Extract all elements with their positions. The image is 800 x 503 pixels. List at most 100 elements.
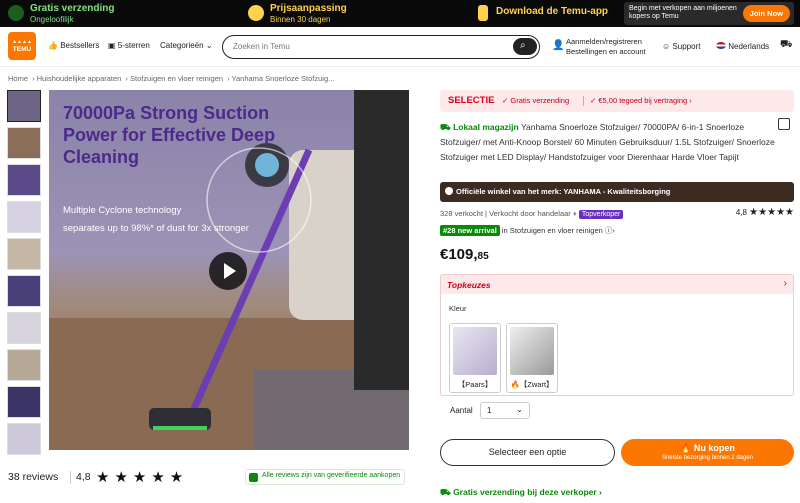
truck-icon: ⛟ — [440, 487, 454, 497]
promo-bar: Gratis verzending Ongeloofilijk Prijsaan… — [0, 0, 800, 27]
option-label: 🔥【Zwart】 — [510, 380, 554, 389]
nav-categories[interactable]: Categorieën ⌄ — [160, 41, 213, 50]
shield-check-icon — [249, 473, 258, 482]
truck-icon — [8, 5, 24, 21]
header: ▲▲▲▲ TEMU 👍 Bestsellers ▣ 5-sterren Cate… — [0, 27, 800, 67]
rank-badge: #28 new arrival — [440, 225, 500, 236]
promo-price-adjust-title: Prijsaanpassing — [270, 3, 347, 14]
chevron-right-icon[interactable]: › — [784, 278, 787, 289]
selectie-banner[interactable]: SELECTIE ✓ Gratis verzending ✓ €5,00 teg… — [440, 90, 794, 112]
thumbnail[interactable] — [7, 238, 41, 270]
ranking-info[interactable]: #28 new arrival in Stofzuigen en vloer r… — [440, 225, 615, 236]
temu-logo[interactable]: ▲▲▲▲ TEMU — [8, 32, 36, 60]
top-seller-badge: Topverkoper — [578, 210, 624, 219]
promo-free-shipping-sub: Ongeloofilijk — [30, 15, 74, 24]
thumbs-up-icon: 👍 — [48, 41, 58, 50]
star-box-icon: ▣ — [108, 41, 116, 50]
breadcrumb: Home › Huishoudelijke apparaten › Stofzu… — [8, 74, 335, 83]
truck-icon: ⛟ — [440, 122, 454, 132]
breadcrumb-current: Yanhama Snoerloze Stofzuig... — [231, 74, 335, 83]
support-link[interactable]: ☺ Support — [662, 42, 700, 51]
share-icon[interactable] — [778, 118, 790, 130]
promo-seller: Begin met verkopen aan miljoenen kopers … — [624, 2, 794, 25]
review-count[interactable]: 38 reviews — [8, 471, 58, 483]
quantity-select[interactable]: 1 ⌄ — [480, 402, 530, 419]
breadcrumb-item[interactable]: Home — [8, 74, 28, 83]
thumbnail[interactable] — [7, 164, 41, 196]
image-headline: 70000Pa Strong Suction Power for Effecti… — [63, 103, 276, 167]
info-icon: ⓘ› — [604, 226, 615, 235]
selectie-label: SELECTIE — [448, 95, 495, 106]
image-subtext-1: Multiple Cyclone technology — [63, 205, 182, 216]
select-option-button[interactable]: Selecteer een optie — [440, 439, 615, 466]
product-rating[interactable]: 4,8 ★★★★★ — [736, 207, 794, 218]
review-rating: 4,8 — [76, 471, 91, 483]
thumbnail[interactable] — [7, 90, 41, 122]
nav-five-stars[interactable]: ▣ 5-sterren — [108, 41, 150, 50]
thumbnail[interactable] — [7, 386, 41, 418]
breadcrumb-item[interactable]: Stofzuigen en vloer reinigen — [130, 74, 223, 83]
buy-now-button[interactable]: 🔥 Nu kopen Snelste bezorging binnen 2 da… — [621, 439, 794, 466]
account-line1: Aanmelden/registreren — [566, 37, 642, 46]
image-subtext-2: separates up to 98%* of dust for 3x stro… — [63, 223, 249, 234]
phone-icon — [478, 5, 488, 21]
breadcrumb-item[interactable]: Huishoudelijke apparaten — [37, 74, 122, 83]
seller-free-shipping-text: Gratis verzending bij deze verkoper › — [453, 487, 602, 497]
promo-seller-text: Begin met verkopen aan miljoenen kopers … — [629, 5, 737, 20]
nav-bestsellers[interactable]: 👍 Bestsellers — [48, 41, 99, 50]
account-line2: Bestellingen en account — [566, 47, 646, 56]
selectie-credit: ✓ €5,00 tegoed bij vertraging › — [590, 96, 692, 105]
selectie-free-shipping: ✓ Gratis verzending — [502, 96, 570, 105]
diamond-icon: ♦ — [572, 209, 577, 218]
promo-app-download-text: Download de Temu-app — [496, 6, 609, 17]
product-title: ⛟ Lokaal magazijn Yanhama Snoerloze Stof… — [440, 120, 775, 165]
quantity-value: 1 — [487, 406, 492, 415]
thumbnail[interactable] — [7, 201, 41, 233]
thumbnail[interactable] — [7, 312, 41, 344]
top-picks-header: Topkeuzes › — [441, 275, 793, 294]
language-selector[interactable]: Nederlands — [716, 42, 769, 51]
local-warehouse-label: Lokaal magazijn — [453, 122, 519, 132]
price: €109,85 — [440, 246, 489, 263]
join-now-button[interactable]: Join Now — [742, 5, 790, 22]
search-bar[interactable]: Zoeken in Temu ⌕ — [222, 35, 540, 59]
rating-stars: ★★★★★ — [749, 207, 794, 218]
search-button[interactable]: ⌕ — [513, 38, 537, 55]
rank-text: in Stofzuigen en vloer reinigen — [501, 226, 603, 235]
price-tag-icon — [248, 5, 264, 21]
chat-icon: ☺ — [662, 42, 671, 51]
price-main: €109, — [440, 246, 478, 263]
divider — [70, 471, 71, 484]
color-label: Kleur — [449, 304, 467, 313]
nav-categories-label: Categorieën — [160, 41, 204, 50]
quantity-label: Aantal — [450, 406, 473, 415]
thumbnail[interactable] — [7, 127, 41, 159]
search-input[interactable]: Zoeken in Temu — [233, 42, 290, 51]
language-label: Nederlands — [728, 42, 770, 51]
product-rating-value: 4,8 — [735, 208, 747, 217]
promo-free-shipping-title: Gratis verzending — [30, 3, 115, 14]
thumbnail[interactable] — [7, 423, 41, 455]
main-product-image[interactable]: 70000Pa Strong Suction Power for Effecti… — [49, 90, 409, 450]
rating-stars: ★★★★★ — [96, 469, 189, 486]
option-label: 【Paars】 — [457, 380, 493, 389]
seller-free-shipping[interactable]: ⛟ Gratis verzending bij deze verkoper › — [440, 487, 602, 499]
thumbnail[interactable] — [7, 349, 41, 381]
buy-now-label: 🔥 Nu kopen — [680, 443, 735, 453]
sold-by: Verkocht door handelaar — [489, 209, 571, 218]
support-label: Support — [672, 42, 701, 51]
play-video-button[interactable] — [209, 252, 247, 290]
official-store-banner[interactable]: Officiële winkel van het merk: YANHAMA -… — [440, 182, 794, 202]
nav-five-stars-label: 5-sterren — [117, 41, 150, 50]
logo-text: TEMU — [12, 46, 32, 53]
color-option-black[interactable]: 🔥【Zwart】 — [506, 323, 558, 393]
price-cents: 85 — [477, 251, 489, 262]
top-picks-title: Topkeuzes — [447, 280, 491, 290]
cart-icon[interactable]: ⛟ — [780, 39, 793, 52]
chevron-down-icon: ⌄ — [205, 41, 213, 50]
thumbnail[interactable] — [7, 275, 41, 307]
color-option-purple[interactable]: 【Paars】 — [449, 323, 501, 393]
verified-text: Alle reviews zijn van geverifieerde aank… — [262, 472, 401, 479]
verified-reviews-badge: Alle reviews zijn van geverifieerde aank… — [245, 469, 406, 485]
promo-price-adjust-sub: Binnen 30 dagen — [270, 15, 331, 24]
